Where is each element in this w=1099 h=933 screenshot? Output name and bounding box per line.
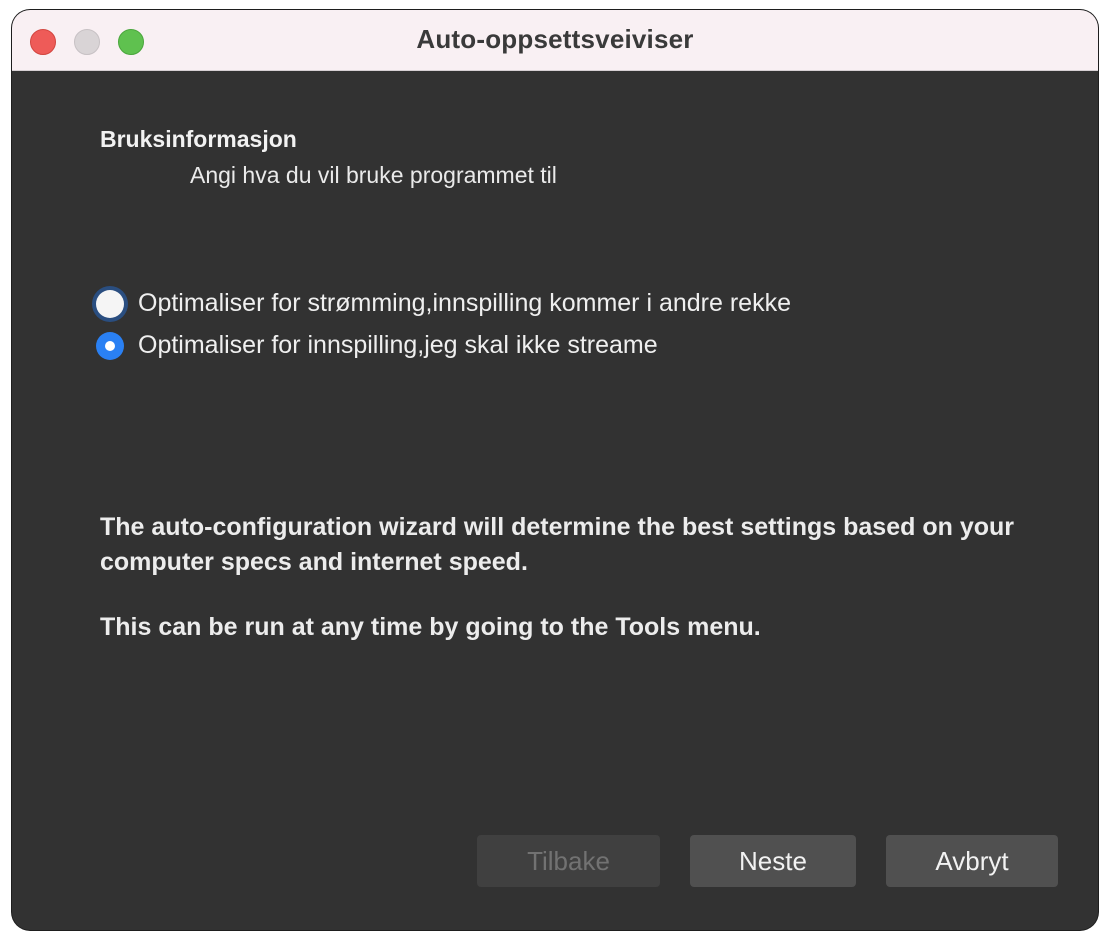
radio-button-streaming[interactable] xyxy=(96,289,124,318)
usage-heading: Bruksinformasjon xyxy=(100,126,297,152)
info-text-tools-menu: This can be run at any time by going to … xyxy=(100,613,761,641)
info-text-wizard: The auto-configuration wizard will deter… xyxy=(100,513,1014,576)
option-streaming[interactable]: Optimaliser for strømming,innspilling ko… xyxy=(96,289,791,318)
wizard-window: Auto-oppsettsveiviser Bruksinformasjon A… xyxy=(12,10,1098,930)
title-bar[interactable]: Auto-oppsettsveiviser xyxy=(12,10,1098,71)
option-recording[interactable]: Optimaliser for innspilling,jeg skal ikk… xyxy=(96,331,658,360)
option-recording-label[interactable]: Optimaliser for innspilling,jeg skal ikk… xyxy=(138,331,658,360)
usage-subheading: Angi hva du vil bruke programmet til xyxy=(190,162,557,188)
next-button[interactable]: Neste xyxy=(690,835,856,887)
radio-selected-dot xyxy=(105,340,115,351)
back-button[interactable]: Tilbake xyxy=(477,835,660,887)
window-title: Auto-oppsettsveiviser xyxy=(416,24,694,54)
radio-button-recording[interactable] xyxy=(96,331,124,360)
option-streaming-label[interactable]: Optimaliser for strømming,innspilling ko… xyxy=(138,289,791,318)
cancel-button[interactable]: Avbryt xyxy=(886,835,1058,887)
wizard-content: Bruksinformasjon Angi hva du vil bruke p… xyxy=(12,70,1098,930)
